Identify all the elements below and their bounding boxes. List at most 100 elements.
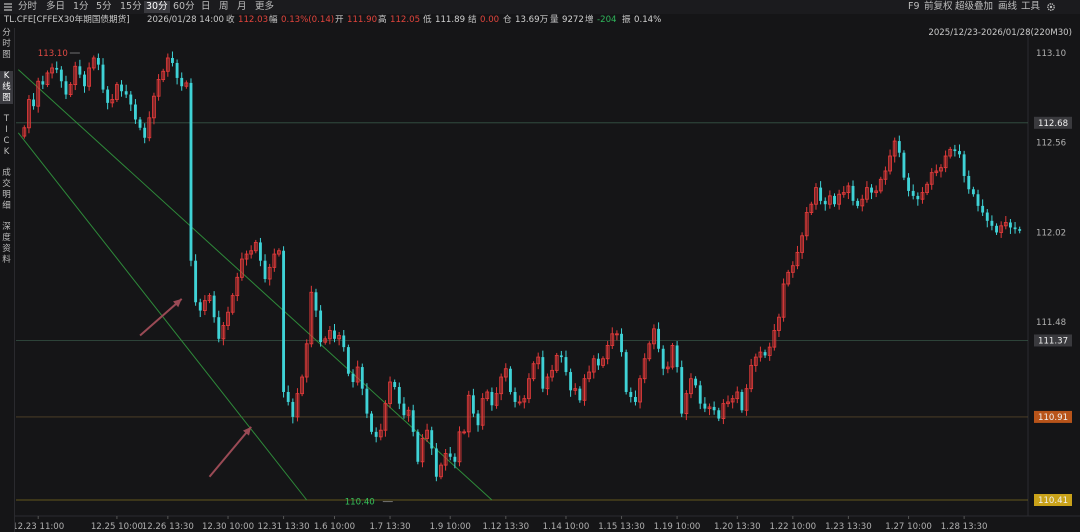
- sidebar-tab-2[interactable]: T I C K: [0, 114, 13, 158]
- x-tick-5: 1.6 10:00: [314, 522, 355, 532]
- timeframe-tab-5[interactable]: 30分: [144, 1, 170, 13]
- candle-body-142: [680, 367, 684, 414]
- oi-label: 仓: [503, 15, 512, 25]
- sidebar-tab-1[interactable]: K 线 图: [0, 71, 13, 104]
- timeframe-tab-10[interactable]: 更多: [253, 1, 276, 13]
- candle-body-75: [370, 413, 373, 432]
- x-tick-2: 12.26 13:30: [142, 522, 194, 532]
- candle-body-120: [578, 388, 582, 401]
- timeframe-tab-7[interactable]: 日: [199, 1, 213, 13]
- timeframe-tab-4[interactable]: 15分: [118, 1, 144, 13]
- candle-body-98: [476, 413, 480, 426]
- x-tick-4: 12.31 13:30: [258, 522, 310, 532]
- candle-body-73: [360, 367, 364, 389]
- high-value: 112.05: [390, 15, 421, 25]
- x-tick-0: 12.23 11:00: [12, 522, 64, 532]
- gear-icon[interactable]: [1046, 2, 1056, 12]
- candle-body-7: [55, 67, 59, 70]
- toolbar-right-0[interactable]: F9: [908, 1, 920, 13]
- candle-body-112: [541, 357, 545, 389]
- y-tick-0: 113.10: [1036, 49, 1066, 59]
- date-range-label: 2025/12/23-2026/01/28(220M30): [928, 28, 1072, 38]
- symbol-label: TL.CFE[CFFEX30年期国债期货]: [4, 15, 130, 25]
- amp-label: 振: [622, 15, 631, 25]
- candle-body-38: [198, 302, 202, 311]
- candle-body-214: [1013, 227, 1017, 230]
- candle-body-117: [564, 357, 568, 373]
- close-value: 112.03: [238, 15, 269, 25]
- candle-body-82: [402, 403, 406, 416]
- candle-body-129: [620, 333, 623, 353]
- toolbar-right-2[interactable]: 超级叠加: [955, 1, 993, 13]
- sidebar-tab-3[interactable]: 成 交 明 细: [0, 168, 13, 212]
- candle-body-41: [212, 295, 216, 318]
- candle-body-67: [333, 330, 336, 339]
- candle-body-207: [981, 205, 985, 213]
- candle-body-155: [740, 391, 744, 411]
- candle-body-101: [490, 391, 494, 406]
- candle-body-69: [342, 335, 346, 348]
- candle-body-183: [870, 187, 873, 193]
- timeframe-tab-0[interactable]: 分时: [16, 1, 39, 13]
- candle-body-22: [124, 91, 128, 95]
- timeframe-tab-9[interactable]: 月: [235, 1, 249, 13]
- timeframe-tab-8[interactable]: 周: [217, 1, 231, 13]
- candle-body-76: [374, 431, 378, 437]
- datetime-label: 2026/01/28 14:00: [147, 15, 225, 25]
- x-tick-9: 1.14 10:00: [543, 522, 590, 532]
- candle-body-175: [833, 195, 836, 205]
- candle-body-2: [32, 99, 36, 107]
- toolbar-right-1[interactable]: 前复权: [924, 1, 953, 13]
- candle-body-141: [675, 345, 679, 368]
- candle-body-57: [286, 391, 290, 402]
- x-tick-16: 1.28 13:30: [941, 522, 988, 532]
- timeframe-tab-2[interactable]: 1分: [71, 1, 91, 13]
- toolbar-right-3[interactable]: 画线: [998, 1, 1017, 13]
- candle-body-4: [41, 81, 45, 85]
- candle-body-215: [1018, 229, 1022, 231]
- candle-body-70: [346, 347, 350, 374]
- y-tag-2: 110.91: [1038, 413, 1068, 423]
- candle-body-56: [282, 250, 286, 392]
- candle-body-105: [508, 368, 512, 392]
- close-label: 收: [226, 15, 235, 25]
- candle-body-124: [596, 358, 600, 366]
- change-value: 0.13%(0.14): [281, 15, 335, 25]
- x-tick-13: 1.22 10:00: [770, 522, 817, 532]
- low-value: 111.89: [435, 15, 466, 25]
- candlestick-chart: 113.10 110.40 113.10 112.56 112.02 111.48 112.…: [12, 28, 1080, 532]
- toolbar-right-4[interactable]: 工具: [1021, 1, 1040, 13]
- candle-body-208: [985, 212, 989, 221]
- timeframe-tab-6[interactable]: 60分: [171, 1, 197, 13]
- candle-body-16: [96, 57, 100, 65]
- x-tick-15: 1.27 10:00: [885, 522, 932, 532]
- y-tag-1: 111.37: [1038, 336, 1068, 346]
- candle-body-209: [990, 220, 994, 226]
- candle-body-203: [962, 154, 966, 176]
- annotation-1: 110.40: [345, 498, 375, 508]
- sidebar-tab-4[interactable]: 深 度 资 料: [0, 222, 13, 266]
- candle-body-92: [448, 453, 452, 457]
- candle-body-206: [976, 194, 980, 206]
- change-label: 幅: [269, 15, 278, 25]
- candle-body-12: [78, 66, 82, 75]
- y-tick-2: 112.02: [1036, 228, 1066, 238]
- candle-body-36: [189, 82, 193, 261]
- timeframe-tab-3[interactable]: 5分: [94, 1, 114, 13]
- arrow-line-0: [139, 298, 183, 337]
- oi-value: 13.69万: [515, 15, 549, 25]
- x-tick-6: 1.7 13:30: [369, 522, 410, 532]
- sidebar-tab-0[interactable]: 分 时 图: [0, 28, 13, 61]
- timeframe-tab-1[interactable]: 多日: [44, 1, 67, 13]
- candle-body-81: [397, 387, 401, 404]
- candle-body-213: [1008, 222, 1012, 228]
- candle-body-201: [953, 149, 957, 152]
- candle-body-80: [393, 382, 397, 388]
- candle-body-189: [897, 141, 901, 153]
- candle-body-204: [967, 175, 971, 190]
- candle-body-150: [717, 410, 721, 419]
- vol-value: 9272: [562, 15, 584, 25]
- amp-value: 0.14%: [634, 15, 662, 25]
- settle-value: 0.00: [480, 15, 500, 25]
- menu-icon[interactable]: [3, 2, 13, 12]
